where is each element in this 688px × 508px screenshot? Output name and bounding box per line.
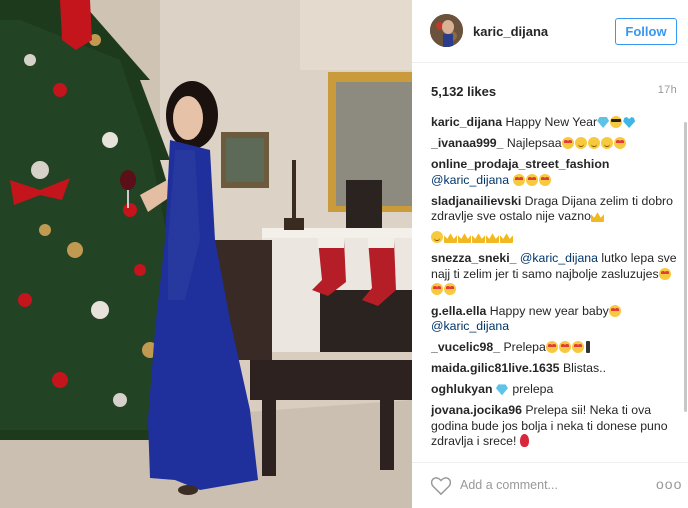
comment-username[interactable]: sladjanailievski xyxy=(431,194,521,208)
smile-emoji-icon xyxy=(600,137,613,150)
comment-text: Prelepa xyxy=(500,340,546,355)
heart-eyes-emoji-icon xyxy=(561,137,574,150)
comment-item: maida.gilic81live.1635 Blistas.. xyxy=(431,361,677,377)
heart-eyes-emoji-icon xyxy=(538,173,551,186)
post-photo[interactable] xyxy=(0,0,412,508)
post-username[interactable]: karic_dijana xyxy=(473,24,548,39)
gem-emoji-icon xyxy=(597,117,610,128)
post-meta: 5,132 likes 17h xyxy=(431,83,677,99)
comment-text xyxy=(493,382,496,396)
comment-username[interactable]: g.ella.ella xyxy=(431,304,486,318)
comment-input[interactable] xyxy=(460,474,650,496)
crown-emoji-icon xyxy=(458,233,471,244)
comment-username[interactable]: oghlukyan xyxy=(431,382,493,396)
comment-username[interactable]: jovana.jocika96 xyxy=(431,403,522,417)
comment-username[interactable]: karic_dijana xyxy=(431,115,502,129)
heart-eyes-emoji-icon xyxy=(512,173,525,186)
avatar[interactable] xyxy=(430,14,463,47)
comment-text: Najlepsaa xyxy=(503,136,562,151)
crown-emoji-icon xyxy=(472,233,485,244)
heart-eyes-emoji-icon xyxy=(431,283,443,296)
post-time[interactable]: 17h xyxy=(658,84,677,96)
comment-text: Blistas.. xyxy=(559,361,606,376)
heart-eyes-emoji-icon xyxy=(558,341,571,354)
comments-scrollbar[interactable] xyxy=(684,122,687,412)
heart-eyes-emoji-icon xyxy=(608,304,621,317)
comment-username[interactable]: snezza_sneki_ xyxy=(431,251,516,265)
comment-item: g.ella.ella Happy new year baby @karic_d… xyxy=(431,304,677,335)
crown-emoji-icon xyxy=(500,233,513,244)
post-panel: karic_dijana Follow 5,132 likes 17h kari… xyxy=(412,0,688,508)
heart-emoji-icon xyxy=(623,117,636,128)
mention-link[interactable]: @karic_dijana xyxy=(431,319,509,333)
heart-eyes-emoji-icon xyxy=(545,341,558,354)
comment-item: _vucelic98_ Prelepa xyxy=(431,340,677,356)
smile-emoji-icon xyxy=(431,231,443,244)
comments-list: karic_dijana Happy New Year _ivanaa999_ N… xyxy=(431,115,677,460)
bang-emoji-icon xyxy=(585,341,590,354)
comment-username[interactable]: maida.gilic81live.1635 xyxy=(431,361,560,375)
comment-item: sladjanailievski Draga Dijana zelim ti d… xyxy=(431,194,677,225)
comment-text: Happy New Year xyxy=(502,115,598,129)
comment-item: jovana.jocika96 Prelepa sii! Neka ti ova… xyxy=(431,403,677,450)
like-heart-icon[interactable] xyxy=(430,476,452,496)
comment-item: snezza_sneki_ @karic_dijana lutko lepa s… xyxy=(431,251,677,298)
comment-item: karic_dijana Happy New Year xyxy=(431,115,677,131)
comment-footer: ooo xyxy=(412,462,688,508)
crown-emoji-icon xyxy=(590,212,604,223)
comment-username[interactable]: online_prodaja_street_fashion xyxy=(431,157,609,171)
comment-item xyxy=(431,230,677,246)
heart-eyes-emoji-icon xyxy=(571,341,584,354)
photo-illustration xyxy=(0,0,412,508)
comment-username[interactable]: _vucelic98_ xyxy=(431,340,500,354)
crown-emoji-icon xyxy=(444,233,457,244)
smile-emoji-icon xyxy=(574,137,587,150)
comment-item: oghlukyan prelepa xyxy=(431,382,677,398)
rose-emoji-icon xyxy=(519,434,529,448)
comment-text: prelepa xyxy=(508,382,554,397)
post-header: karic_dijana Follow xyxy=(412,0,688,63)
comment-item: online_prodaja_street_fashion @karic_dij… xyxy=(431,157,677,188)
heart-eyes-emoji-icon xyxy=(658,267,671,280)
comment-username[interactable]: _ivanaa999_ xyxy=(431,136,503,150)
heart-eyes-emoji-icon xyxy=(444,283,456,296)
more-options-icon[interactable]: ooo xyxy=(656,477,681,493)
shades-emoji-icon xyxy=(610,116,623,128)
mention-link[interactable]: @karic_dijana xyxy=(431,173,509,187)
follow-button[interactable]: Follow xyxy=(615,18,677,45)
mention-link[interactable]: @karic_dijana xyxy=(520,251,598,265)
comment-text: Happy new year baby xyxy=(486,303,609,318)
gem-emoji-icon xyxy=(495,384,508,396)
heart-eyes-emoji-icon xyxy=(613,137,626,150)
heart-eyes-emoji-icon xyxy=(525,173,538,186)
comment-item: _ivanaa999_ Najlepsaa xyxy=(431,136,677,152)
crown-emoji-icon xyxy=(486,233,499,244)
likes-count[interactable]: 5,132 likes xyxy=(431,84,496,99)
avatar-image xyxy=(430,14,463,47)
smile-emoji-icon xyxy=(587,137,600,150)
